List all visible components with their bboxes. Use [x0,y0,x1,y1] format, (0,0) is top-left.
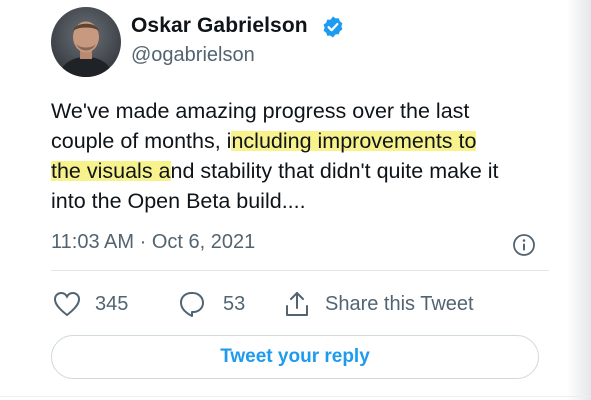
share-upload-icon [286,292,308,316]
tweet-time: 11:03 AM [51,231,135,253]
author-name[interactable]: Oskar Gabrielson [131,14,308,38]
info-icon[interactable] [512,233,536,257]
tweet-line-2: couple of months, including improvements… [51,126,551,156]
tweet-timestamp[interactable]: 11:03 AM · Oct 6, 2021 [51,231,255,254]
reply-bubble-icon [180,292,204,317]
reply-action-button[interactable]: 53 [177,289,245,319]
tweet-text: We've made amazing progress over the las… [51,96,551,216]
verified-badge-icon [323,16,343,38]
like-count: 345 [95,292,129,315]
tweet-line-1: We've made amazing progress over the las… [51,99,470,123]
tweet-line-2-text: couple of months, i [51,129,232,153]
share-label: Share this Tweet [325,292,474,315]
divider [51,270,549,271]
avatar[interactable] [51,7,121,77]
share-button[interactable]: Share this Tweet [283,289,474,319]
meta-separator: · [139,231,147,253]
background-edge [567,0,591,400]
reply-count: 53 [223,292,246,315]
person-photo-icon [51,7,121,77]
tweet-line-3-text: nd stability that didn't quite make it [170,159,499,183]
heart-icon [53,291,81,317]
author-handle[interactable]: @ogabrielson [131,44,255,67]
tweet-line-3: the visuals and stability that didn't qu… [51,156,551,186]
tweet-date: Oct 6, 2021 [151,231,256,253]
highlighted-text: ncluding improvements to [231,129,477,153]
highlighted-text: the visuals a [51,159,171,183]
tweet-line-4: into the Open Beta build.... [51,189,306,213]
like-button[interactable]: 345 [53,289,128,319]
tweet-your-reply-button[interactable]: Tweet your reply [51,335,539,379]
bottom-divider [0,396,591,397]
